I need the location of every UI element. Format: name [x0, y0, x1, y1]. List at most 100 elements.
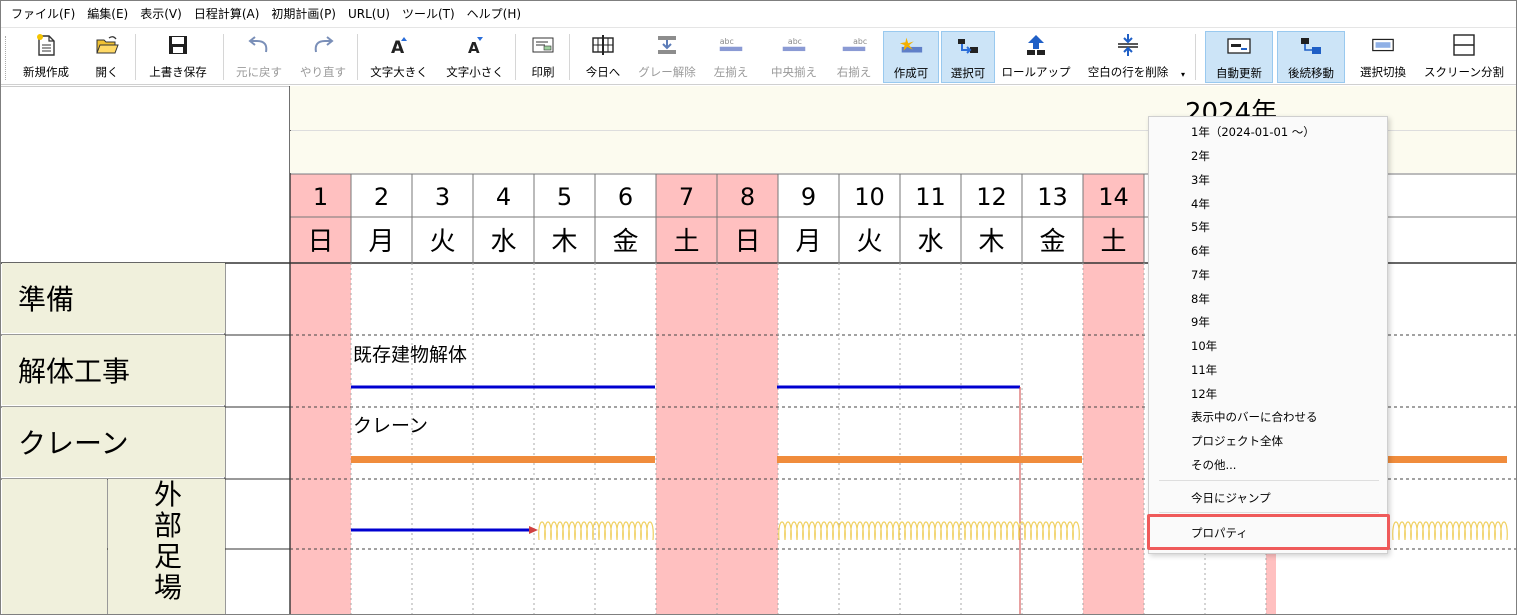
bar-arrowhead: [529, 526, 538, 534]
context-menu: 1年（2024-01-01 ～） 2年 3年 4年 5年 6年 7年 8年 9年…: [1148, 116, 1388, 554]
day-number[interactable]: 8: [740, 183, 755, 211]
ctx-item-6-years[interactable]: 6年: [1191, 243, 1210, 259]
svg-text:A: A: [468, 39, 480, 56]
day-number[interactable]: 9: [801, 183, 816, 211]
ctx-item-5-years[interactable]: 5年: [1191, 219, 1210, 235]
toolbar-separator: [223, 34, 224, 80]
day-number[interactable]: 6: [618, 183, 633, 211]
day-of-week: 木: [551, 227, 577, 257]
ctx-separator: [1159, 512, 1379, 513]
ctx-item-3-years[interactable]: 3年: [1191, 172, 1210, 188]
delete-blank-rows-button[interactable]: 空白の行を削除: [1079, 31, 1177, 83]
create-enabled-toggle[interactable]: 作成可: [883, 31, 939, 83]
select-switch-button[interactable]: 選択切換: [1351, 31, 1415, 83]
ctx-item-1-year[interactable]: 1年（2024-01-01 ～）: [1191, 124, 1315, 140]
menu-initial-plan[interactable]: 初期計画(P): [265, 1, 342, 27]
font-bigger-button[interactable]: A 文字大きく: [365, 31, 433, 83]
day-number[interactable]: 7: [679, 183, 694, 211]
align-left-button[interactable]: abc 左揃え: [707, 31, 755, 83]
day-of-week: 火: [856, 227, 882, 257]
ungray-button[interactable]: グレー解除: [635, 31, 699, 83]
save-button[interactable]: 上書き保存: [143, 31, 213, 83]
open-button[interactable]: 開く: [89, 31, 125, 83]
rollup-arrow-icon: [1023, 31, 1049, 59]
row-label-group-blank: [2, 479, 107, 614]
task-bar-crane: [351, 456, 655, 463]
ctx-item-12-years[interactable]: 12年: [1191, 386, 1217, 402]
day-number[interactable]: 12: [976, 183, 1007, 211]
print-preview-icon: [530, 31, 556, 59]
folder-open-icon: [94, 31, 120, 59]
select-link-icon: [955, 32, 981, 60]
align-center-button[interactable]: abc 中央揃え: [765, 31, 823, 83]
properties-highlight-box: [1147, 514, 1390, 550]
select-enabled-toggle[interactable]: 選択可: [941, 31, 995, 83]
app-window: ファイル(F) 編集(E) 表示(V) 日程計算(A) 初期計画(P) URL(…: [0, 0, 1517, 615]
menu-schedule-calc[interactable]: 日程計算(A): [188, 1, 266, 27]
day-number[interactable]: 3: [435, 183, 450, 211]
font-increase-icon: A: [386, 31, 412, 59]
ctx-item-8-years[interactable]: 8年: [1191, 291, 1210, 307]
floppy-disk-icon: [165, 31, 191, 59]
toolbar-overflow-chevron-icon[interactable]: ▾: [1181, 70, 1185, 79]
today-button[interactable]: 今日へ: [577, 31, 629, 83]
ctx-item-fit-visible-bars[interactable]: 表示中のバーに合わせる: [1191, 409, 1318, 425]
day-of-week: 日: [734, 227, 760, 257]
ctx-item-jump-today[interactable]: 今日にジャンプ: [1191, 490, 1271, 506]
redo-button[interactable]: やり直す: [295, 31, 351, 83]
font-smaller-button[interactable]: A 文字小さく: [441, 31, 509, 83]
row-label-crane[interactable]: クレーン: [2, 407, 225, 477]
svg-text:abc: abc: [853, 37, 867, 46]
row-label-scaffold[interactable]: 外 部 足 場: [108, 479, 225, 614]
menu-tools[interactable]: ツール(T): [396, 1, 461, 27]
float-spring: [1392, 521, 1508, 541]
day-number[interactable]: 11: [915, 183, 946, 211]
ctx-item-7-years[interactable]: 7年: [1191, 267, 1210, 283]
ctx-separator: [1159, 480, 1379, 481]
task-label-demolition[interactable]: 既存建物解体: [353, 340, 467, 367]
task-bar-crane: [1387, 456, 1507, 463]
ctx-item-2-years[interactable]: 2年: [1191, 148, 1210, 164]
toolbar-separator: [569, 34, 570, 80]
day-number[interactable]: 1: [313, 183, 328, 211]
day-number[interactable]: 14: [1098, 183, 1129, 211]
task-label-crane[interactable]: クレーン: [353, 411, 428, 438]
ctx-item-other[interactable]: その他...: [1191, 457, 1236, 473]
toolbar-separator: [515, 34, 516, 80]
align-right-button[interactable]: abc 右揃え: [831, 31, 877, 83]
day-number[interactable]: 10: [854, 183, 885, 211]
align-right-icon: abc: [841, 31, 867, 59]
screen-split-icon: [1451, 31, 1477, 59]
toolbar-grip[interactable]: [5, 36, 8, 80]
ctx-item-11-years[interactable]: 11年: [1191, 362, 1217, 378]
select-switch-icon: [1370, 31, 1396, 59]
row-label-prep[interactable]: 準備: [2, 263, 225, 333]
new-file-icon: [33, 31, 59, 59]
menu-edit[interactable]: 編集(E): [81, 1, 134, 27]
day-number[interactable]: 5: [557, 183, 572, 211]
row-label-demolition[interactable]: 解体工事: [2, 335, 225, 405]
task-bar-crane: [777, 456, 1082, 463]
menu-view[interactable]: 表示(V): [134, 1, 188, 27]
ctx-item-4-years[interactable]: 4年: [1191, 196, 1210, 212]
screen-split-button[interactable]: スクリーン分割: [1421, 31, 1507, 83]
undo-button[interactable]: 元に戻す: [231, 31, 287, 83]
rollup-button[interactable]: ロールアップ: [1001, 31, 1071, 83]
menu-file[interactable]: ファイル(F): [5, 1, 81, 27]
print-button[interactable]: 印刷: [523, 31, 563, 83]
collapse-rows-icon: [1115, 31, 1141, 59]
auto-update-toggle[interactable]: 自動更新: [1205, 31, 1273, 83]
ctx-item-9-years[interactable]: 9年: [1191, 314, 1210, 330]
day-of-week: 水: [490, 227, 516, 257]
day-number[interactable]: 13: [1037, 183, 1068, 211]
ctx-item-whole-project[interactable]: プロジェクト全体: [1191, 433, 1283, 449]
menu-help[interactable]: ヘルプ(H): [461, 1, 527, 27]
menu-url[interactable]: URL(U): [342, 1, 396, 27]
toolbar-separator: [1195, 34, 1196, 80]
successor-move-toggle[interactable]: 後続移動: [1277, 31, 1345, 83]
calendar-today-icon: [590, 31, 616, 59]
day-number[interactable]: 2: [374, 183, 389, 211]
new-button[interactable]: 新規作成: [15, 31, 77, 83]
day-number[interactable]: 4: [496, 183, 511, 211]
ctx-item-10-years[interactable]: 10年: [1191, 338, 1217, 354]
